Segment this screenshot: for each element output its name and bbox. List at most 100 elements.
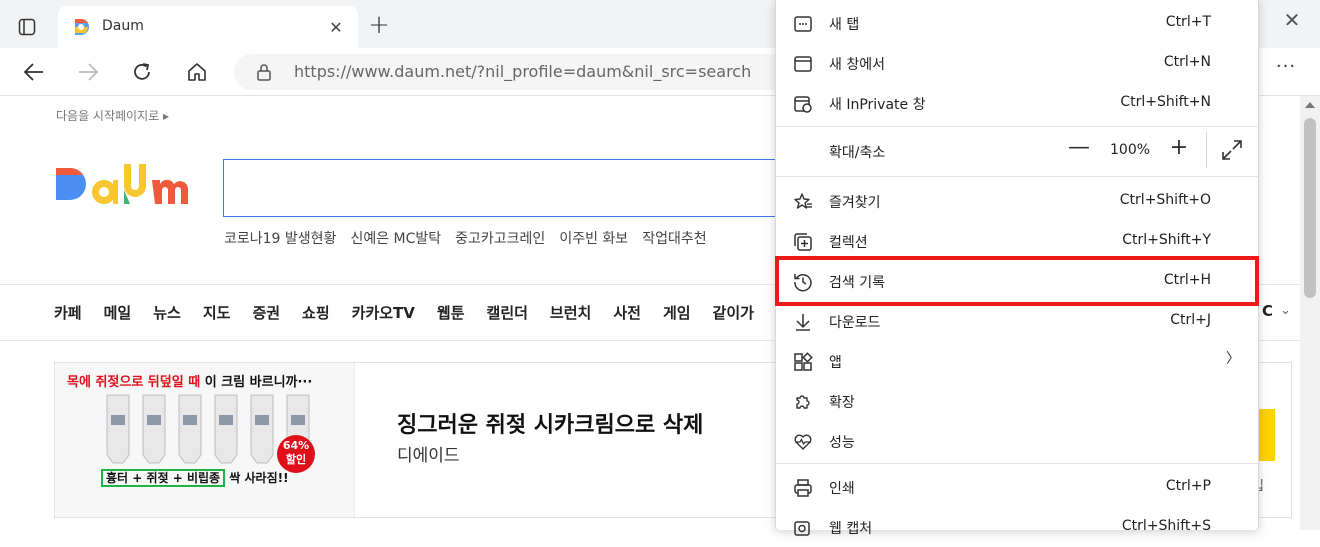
nav-item-game[interactable]: 게임	[663, 302, 691, 323]
ad-advertiser: 디에이드	[397, 446, 460, 466]
trending-item[interactable]: 중고카고크레인	[455, 228, 545, 248]
active-tab[interactable]: Daum ✕	[58, 6, 358, 48]
home-icon	[188, 63, 206, 81]
menu-item-downloads[interactable]: 다운로드 Ctrl+J	[776, 301, 1258, 341]
menu-item-label: 확장	[829, 395, 855, 411]
menu-item-shortcut: Ctrl+Shift+S	[1121, 518, 1211, 534]
zoom-out-button[interactable]: —	[1066, 137, 1092, 163]
menu-item-label: 새 창에서	[829, 57, 885, 73]
home-button[interactable]	[181, 56, 213, 88]
close-icon: ✕	[329, 17, 343, 37]
menu-item-shortcut: Ctrl+Shift+Y	[1122, 232, 1211, 248]
window-close-button[interactable]: ✕	[1280, 8, 1304, 36]
tab-title: Daum	[102, 18, 144, 34]
chevron-down-icon[interactable]: ⌄	[1280, 303, 1291, 318]
menu-item-favorites[interactable]: 즐겨찾기 Ctrl+Shift+O	[776, 181, 1258, 221]
history-icon	[792, 271, 814, 293]
tab-close-button[interactable]: ✕	[324, 15, 348, 39]
forward-button[interactable]	[72, 56, 104, 88]
menu-divider	[776, 176, 1258, 177]
discount-value: 64%	[282, 439, 310, 452]
menu-item-label: 웹 캡처	[829, 521, 873, 537]
menu-item-collections[interactable]: 컬렉션 Ctrl+Shift+Y	[776, 221, 1258, 261]
settings-more-button[interactable]: ···	[1270, 56, 1302, 88]
nav-item-map[interactable]: 지도	[203, 302, 231, 323]
nav-item-kakaotv[interactable]: 카카오TV	[352, 302, 415, 323]
apps-icon	[792, 351, 814, 373]
settings-menu: 새 탭 Ctrl+T 새 창에서 Ctrl+N 새 InPrivate 창 Ct…	[775, 0, 1259, 537]
menu-item-new-window[interactable]: 새 창에서 Ctrl+N	[776, 43, 1258, 83]
menu-item-shortcut: Ctrl+H	[1163, 272, 1211, 288]
scroll-up-icon[interactable]	[1305, 102, 1315, 108]
menu-item-shortcut: Ctrl+P	[1165, 478, 1211, 494]
menu-item-shortcut: Ctrl+N	[1163, 54, 1211, 70]
menu-divider	[776, 463, 1258, 464]
menu-item-performance[interactable]: 성능	[776, 421, 1258, 461]
set-start-page-link[interactable]: 다음을 시작페이지로 ▸	[56, 107, 169, 124]
zoom-in-button[interactable]: +	[1166, 137, 1192, 163]
trending-item[interactable]: 신예은 MC발탁	[350, 228, 441, 248]
zoom-divider	[1206, 132, 1207, 168]
web-capture-icon	[792, 517, 814, 539]
performance-icon	[792, 431, 814, 453]
page-scrollbar[interactable]	[1300, 96, 1320, 530]
new-tab-button[interactable]: +	[366, 12, 392, 40]
inprivate-icon	[792, 93, 814, 115]
back-button[interactable]	[18, 56, 50, 88]
nav-item-stock[interactable]: 증권	[252, 302, 280, 323]
menu-item-label: 새 탭	[829, 17, 860, 33]
nav-item-together[interactable]: 같이가	[713, 302, 754, 323]
trending-item[interactable]: 작업대추천	[642, 228, 706, 248]
menu-item-label: 다운로드	[829, 315, 881, 331]
refresh-button[interactable]	[126, 56, 158, 88]
zoom-level: 100%	[1110, 142, 1151, 158]
ad-image-headline-red: 목에 쥐젖으로 뒤덮일 때	[67, 375, 201, 390]
fullscreen-icon[interactable]	[1220, 138, 1244, 162]
ad-title[interactable]: 징그러운 쥐젖 시카크림으로 삭제	[397, 407, 703, 439]
menu-item-apps[interactable]: 앱	[776, 341, 1258, 381]
chevron-right-icon: 〉	[1226, 351, 1240, 367]
ad-image-headline-black: 이 크림 바르니까···	[200, 375, 313, 390]
menu-item-print[interactable]: 인쇄 Ctrl+P	[776, 467, 1258, 507]
extensions-icon	[792, 391, 814, 413]
service-nav: 카페 메일 뉴스 지도 증권 쇼핑 카카오TV 웹툰 캘린더 브런치 사전 게임…	[54, 302, 754, 323]
nav-item-brunch[interactable]: 브런치	[550, 302, 591, 323]
scroll-thumb[interactable]	[1304, 118, 1316, 298]
menu-item-inprivate[interactable]: 새 InPrivate 창 Ctrl+Shift+N	[776, 83, 1258, 123]
tab-actions-button[interactable]	[8, 12, 46, 42]
trending-item[interactable]: 코로나19 발생현황	[224, 228, 336, 248]
nav-item-cafe[interactable]: 카페	[54, 302, 82, 323]
menu-item-label: 앱	[829, 355, 842, 371]
ad-image[interactable]: 목에 쥐젖으로 뒤덮일 때 이 크림 바르니까··· 64% 할인 흉터 + 쥐젖…	[55, 363, 355, 517]
tab-actions-icon	[18, 18, 36, 36]
menu-item-label: 성능	[829, 435, 855, 451]
menu-item-label: 인쇄	[829, 481, 855, 497]
menu-item-shortcut: Ctrl+J	[1170, 312, 1211, 328]
address-url: https://www.daum.net/?nil_profile=daum&n…	[294, 62, 752, 81]
trending-keywords: 코로나19 발생현황 신예은 MC발탁 중고카고크레인 이주빈 화보 작업대추천	[224, 228, 707, 248]
favorites-icon	[792, 191, 814, 213]
new-tab-icon	[792, 13, 814, 35]
nav-item-news[interactable]: 뉴스	[153, 302, 181, 323]
refresh-icon	[134, 63, 150, 80]
nav-item-calendar[interactable]: 캘린더	[487, 302, 528, 323]
print-icon	[792, 477, 814, 499]
menu-item-label: 컬렉션	[829, 235, 868, 251]
nav-item-dictionary[interactable]: 사전	[613, 302, 641, 323]
address-bar[interactable]: https://www.daum.net/?nil_profile=daum&n…	[234, 54, 794, 90]
nav-item-more[interactable]: C	[1262, 302, 1273, 320]
menu-item-web-capture[interactable]: 웹 캡처 Ctrl+Shift+S	[776, 507, 1258, 547]
nav-item-shopping[interactable]: 쇼핑	[302, 302, 330, 323]
nav-item-mail[interactable]: 메일	[104, 302, 132, 323]
menu-item-label: 즐겨찾기	[829, 195, 881, 211]
menu-item-extensions[interactable]: 확장	[776, 381, 1258, 421]
download-icon	[792, 311, 814, 333]
search-input[interactable]	[223, 159, 783, 217]
daum-logo[interactable]	[54, 158, 202, 220]
lock-icon	[257, 64, 271, 81]
trending-item[interactable]: 이주빈 화보	[559, 228, 628, 248]
nav-item-webtoon[interactable]: 웹툰	[437, 302, 465, 323]
menu-item-history[interactable]: 검색 기록 Ctrl+H	[776, 261, 1258, 301]
menu-item-new-tab[interactable]: 새 탭 Ctrl+T	[776, 3, 1258, 43]
back-arrow-icon	[23, 63, 43, 81]
